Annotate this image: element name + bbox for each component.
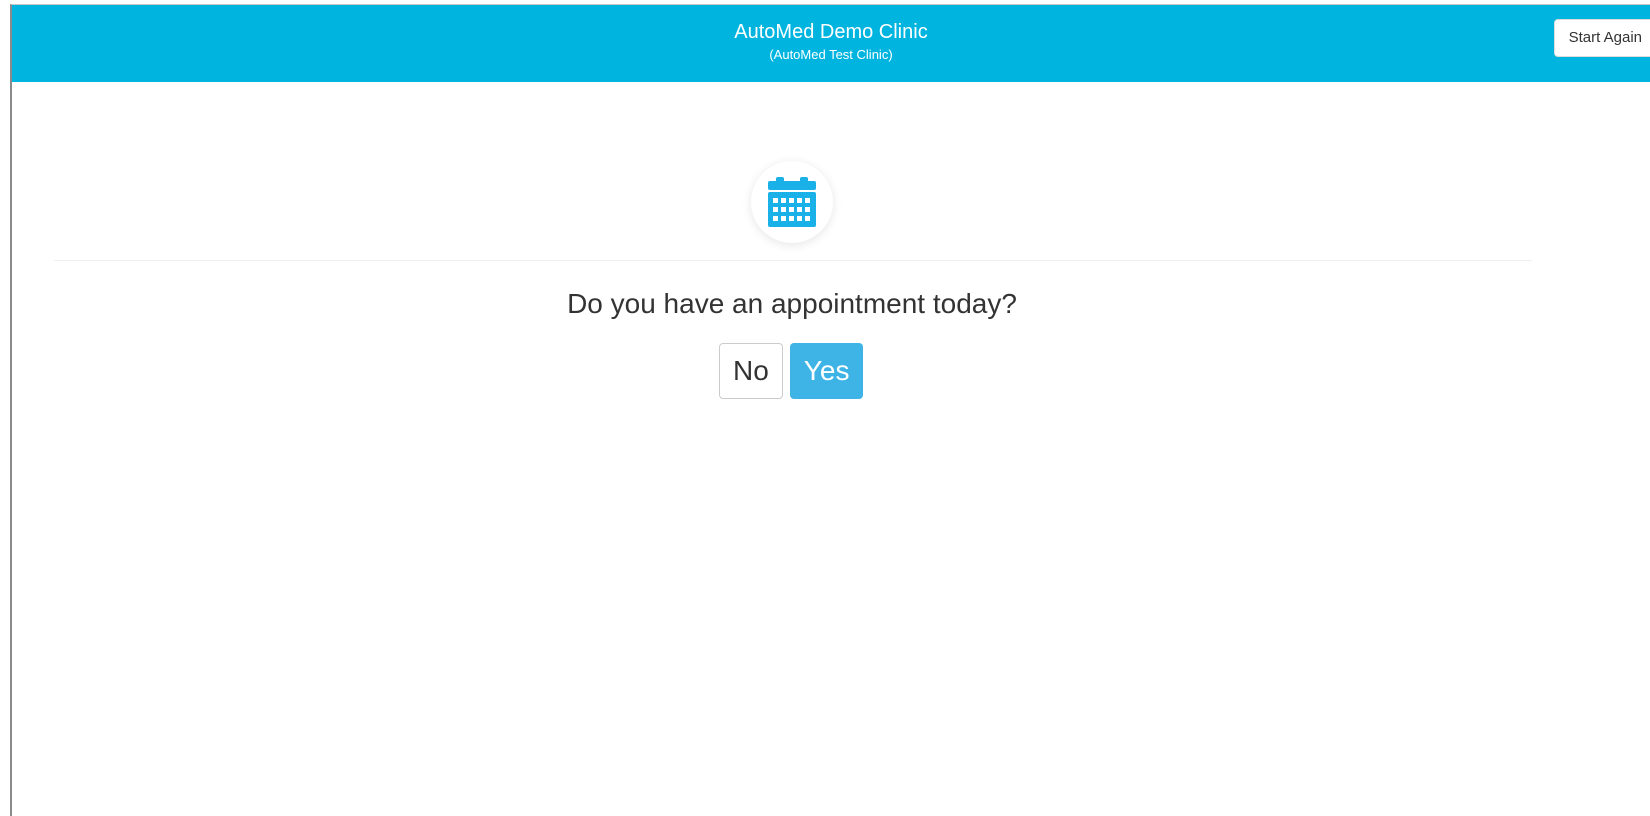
calendar-badge <box>751 161 833 243</box>
calendar-icon <box>768 177 816 227</box>
clinic-name: AutoMed Demo Clinic <box>734 21 928 43</box>
section-divider <box>54 260 1532 261</box>
appointment-question: Do you have an appointment today? <box>567 288 1017 319</box>
clinic-header: AutoMed Demo Clinic (AutoMed Test Clinic… <box>12 5 1650 82</box>
start-again-button[interactable]: Start Again <box>1553 19 1650 57</box>
yes-button[interactable]: Yes <box>789 343 864 399</box>
app-frame: AutoMed Demo Clinic (AutoMed Test Clinic… <box>10 4 1650 816</box>
answer-buttons: No Yes <box>719 343 864 399</box>
no-button[interactable]: No <box>719 343 783 399</box>
clinic-subtitle: (AutoMed Test Clinic) <box>769 47 893 62</box>
